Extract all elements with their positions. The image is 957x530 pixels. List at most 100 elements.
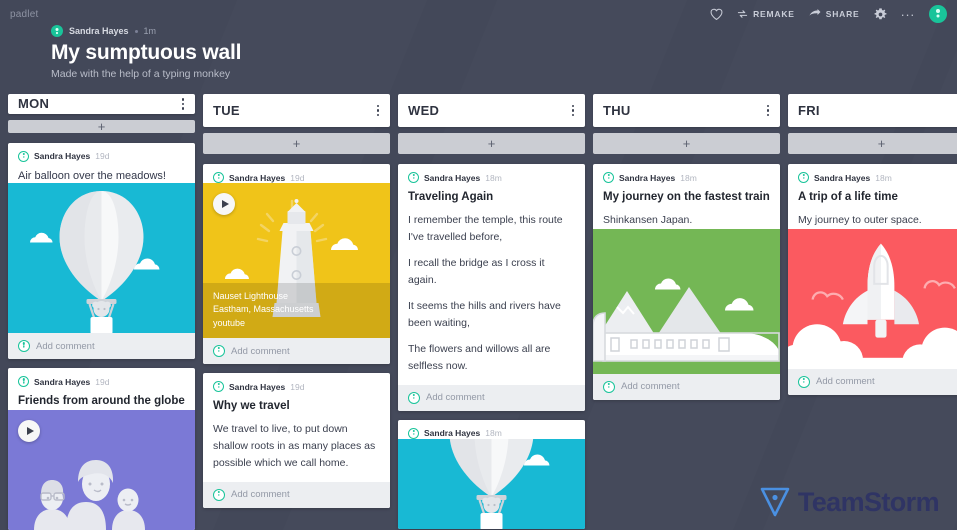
post-media[interactable]	[8, 410, 195, 530]
add-comment-button[interactable]: Add comment	[593, 373, 780, 400]
add-comment-label: Add comment	[231, 345, 290, 357]
post-card-header: Sandra Hayes 18m	[593, 164, 780, 183]
post-card[interactable]: Sandra Hayes 18m Traveling Again I rememb…	[398, 164, 585, 411]
post-timestamp: 19d	[290, 381, 305, 392]
settings-button[interactable]	[874, 7, 887, 21]
column-card-list: Sandra Hayes 19d Air balloon over the me…	[8, 142, 195, 530]
play-button-icon[interactable]	[213, 193, 235, 215]
add-post-button[interactable]: +	[8, 119, 195, 133]
wall-title[interactable]: My sumptuous wall	[51, 41, 241, 64]
column-title: WED	[408, 103, 440, 118]
post-author-meta: Sandra Hayes 19d	[213, 172, 380, 183]
add-comment-button[interactable]: Add comment	[398, 384, 585, 411]
column-menu-icon[interactable]	[571, 102, 576, 120]
board-column: WED + Sandra Hayes 18m Traveling Again I …	[398, 94, 585, 530]
post-author-meta: Sandra Hayes 19d	[213, 381, 380, 392]
column-header[interactable]: TUE	[203, 94, 390, 127]
share-button[interactable]: SHARE	[809, 9, 860, 19]
board-column: FRI + Sandra Hayes 18m A trip of a life …	[788, 94, 957, 530]
post-media[interactable]	[788, 228, 957, 369]
column-card-list: Sandra Hayes 18m A trip of a life time My…	[788, 164, 957, 395]
post-card-header: Sandra Hayes 19d	[203, 373, 390, 392]
post-author-name: Sandra Hayes	[424, 172, 481, 183]
share-label: SHARE	[825, 9, 860, 19]
remake-label: REMAKE	[753, 9, 795, 19]
user-avatar[interactable]	[929, 5, 947, 23]
post-paragraph: We travel to live, to put down shallow r…	[213, 422, 376, 469]
post-author-avatar	[798, 172, 809, 183]
post-card[interactable]: Sandra Hayes 19d Air balloon over the me…	[8, 142, 195, 360]
comment-avatar	[603, 380, 615, 393]
post-author-avatar	[603, 172, 614, 183]
column-card-list: Sandra Hayes 18m My journey on the faste…	[593, 164, 780, 400]
column-header[interactable]: FRI	[788, 94, 957, 127]
post-card[interactable]: Sandra Hayes 19d Why we travel We travel …	[203, 373, 390, 508]
board-columns: MON + Sandra Hayes 19d Air balloon over …	[8, 94, 957, 530]
padlet-wall-app: padlet REMAKE SHARE ··· Sandra Hayes 1m …	[0, 0, 957, 530]
media-caption: Nauset Lighthouse Eastham, Massachusetts y…	[203, 282, 390, 338]
post-card-header: Sandra Hayes 19d	[8, 143, 195, 162]
post-card-header: Sandra Hayes 18m	[398, 420, 585, 439]
remake-button[interactable]: REMAKE	[737, 9, 795, 19]
post-media[interactable]	[593, 228, 780, 374]
comment-avatar	[213, 345, 225, 357]
post-media[interactable]: Nauset Lighthouse Eastham, Massachusetts y…	[203, 183, 390, 338]
post-title: Friends from around the globe	[18, 395, 185, 408]
column-header[interactable]: THU	[593, 94, 780, 127]
post-author-avatar	[408, 172, 419, 183]
padlet-logo[interactable]: padlet	[10, 9, 38, 20]
add-comment-button[interactable]: Add comment	[203, 481, 390, 508]
post-card[interactable]: Sandra Hayes 18m	[398, 419, 585, 529]
post-author-name: Sandra Hayes	[229, 381, 286, 392]
column-title: FRI	[798, 103, 820, 118]
post-timestamp: 19d	[95, 151, 110, 162]
post-card[interactable]: Sandra Hayes 18m My journey on the faste…	[593, 164, 780, 400]
gear-icon	[874, 7, 886, 19]
wall-header: Sandra Hayes 1m My sumptuous wall Made w…	[51, 24, 241, 80]
post-title: Air balloon over the meadows!	[18, 169, 166, 182]
add-comment-button[interactable]: Add comment	[203, 338, 390, 364]
wall-subtitle[interactable]: Made with the help of a typing monkey	[51, 68, 241, 80]
column-menu-icon[interactable]	[766, 102, 771, 120]
board-column: MON + Sandra Hayes 19d Air balloon over …	[8, 94, 195, 530]
post-author-name: Sandra Hayes	[814, 172, 871, 183]
post-author-avatar	[213, 172, 224, 183]
post-title: Traveling Again	[408, 191, 494, 203]
post-media[interactable]	[8, 183, 195, 334]
column-menu-icon[interactable]	[181, 95, 186, 113]
column-header[interactable]: WED	[398, 94, 585, 127]
top-toolbar: padlet REMAKE SHARE ···	[0, 0, 957, 28]
post-card-header: Sandra Hayes 18m	[398, 164, 585, 183]
post-card[interactable]: Sandra Hayes 19d Friends from around the…	[8, 368, 195, 530]
add-comment-button[interactable]: Add comment	[788, 368, 957, 395]
column-card-list: Sandra Hayes 19d Nauset Lighthouse Easth…	[203, 164, 390, 508]
column-title: TUE	[213, 103, 240, 118]
add-comment-label: Add comment	[816, 376, 875, 388]
heart-icon	[710, 8, 723, 20]
post-spacer	[203, 472, 390, 482]
column-card-list: Sandra Hayes 18m Traveling Again I rememb…	[398, 164, 585, 529]
post-subtitle: Shinkansen Japan.	[603, 213, 693, 226]
post-subtitle: My journey to outer space.	[798, 213, 922, 226]
add-post-button[interactable]: +	[788, 133, 957, 154]
column-header[interactable]: MON	[8, 94, 195, 114]
post-card[interactable]: Sandra Hayes 18m A trip of a life time My…	[788, 164, 957, 395]
post-author-name: Sandra Hayes	[34, 151, 91, 162]
post-author-meta: Sandra Hayes 19d	[18, 376, 185, 388]
add-post-button[interactable]: +	[203, 133, 390, 154]
post-card[interactable]: Sandra Hayes 19d Nauset Lighthouse Easth…	[203, 164, 390, 364]
post-paragraph: I recall the bridge as I cross it again.	[408, 256, 545, 286]
column-title: THU	[603, 103, 631, 118]
add-post-button[interactable]: +	[593, 133, 780, 154]
play-button-icon[interactable]	[18, 420, 40, 442]
post-card-header: Sandra Hayes 19d	[203, 164, 390, 183]
column-menu-icon[interactable]	[376, 102, 381, 120]
like-button[interactable]	[710, 8, 723, 20]
post-media[interactable]	[398, 438, 585, 529]
board-column: TUE + Sandra Hayes 19d Nauset Lighthouse…	[203, 94, 390, 530]
column-title: MON	[18, 96, 50, 112]
add-post-button[interactable]: +	[398, 133, 585, 154]
add-comment-button[interactable]: Add comment	[8, 333, 195, 360]
post-spacer	[398, 375, 585, 385]
more-options-button[interactable]: ···	[901, 8, 916, 21]
